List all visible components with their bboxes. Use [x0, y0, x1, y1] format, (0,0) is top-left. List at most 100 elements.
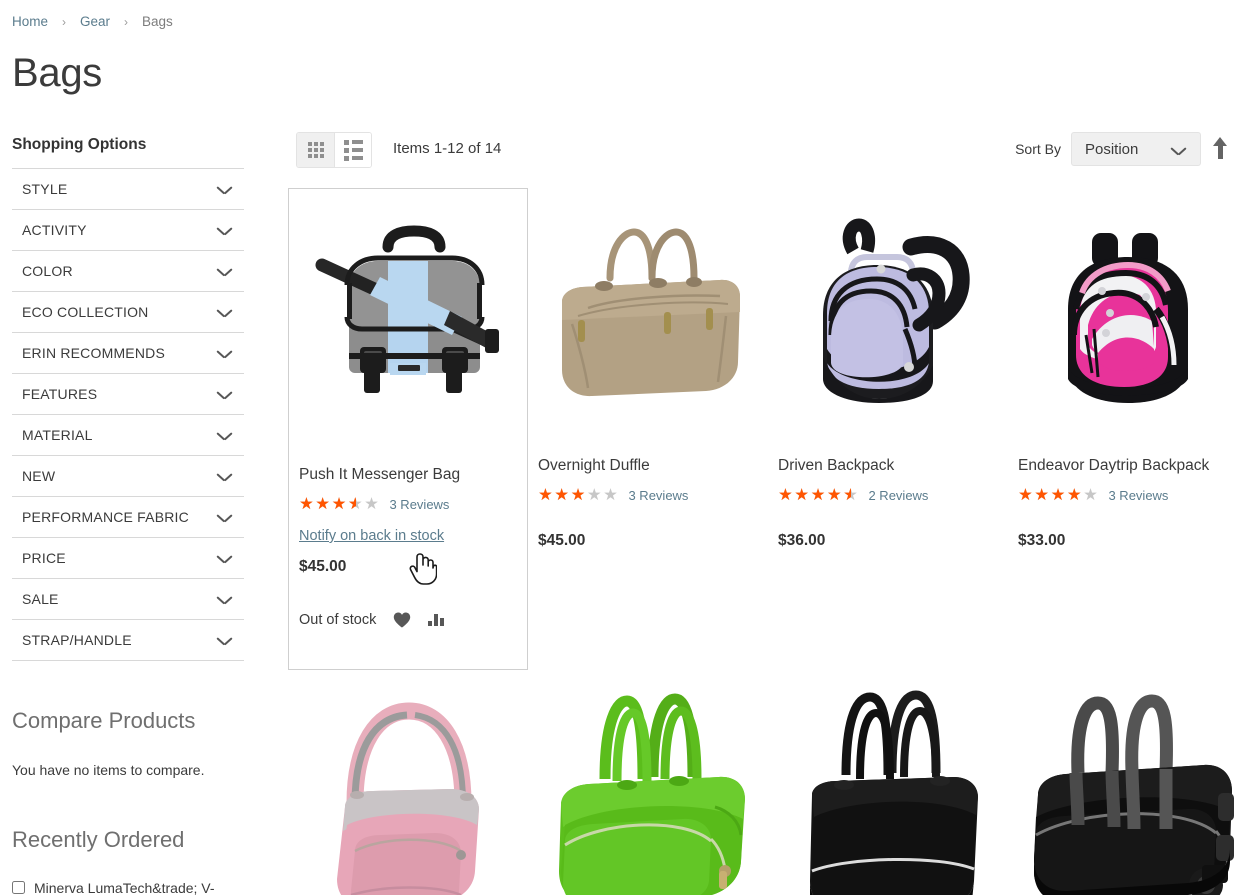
chevron-down-icon	[217, 226, 232, 235]
chevron-down-icon	[217, 554, 232, 563]
notify-back-in-stock-link[interactable]: Notify on back in stock	[299, 528, 444, 544]
filter-label: ERIN RECOMMENDS	[22, 345, 166, 361]
chevron-down-icon	[217, 595, 232, 604]
star-rating-icon[interactable]: ★★★★★ ★★★★★	[1018, 487, 1099, 504]
filter-label: PRICE	[22, 550, 66, 566]
star-rating-icon[interactable]: ★★★★★ ★★★★★	[778, 487, 859, 504]
product-card[interactable]	[528, 670, 768, 895]
stock-status: Out of stock	[299, 612, 377, 628]
sidebar-filter-price[interactable]: PRICE	[12, 538, 244, 579]
sidebar-filter-new[interactable]: NEW	[12, 456, 244, 497]
product-price: $45.00	[538, 532, 586, 549]
product-grid: Push It Messenger Bag ★★★★★ ★★★★★ 3 Revi…	[288, 188, 1248, 895]
product-image-overnight-duffle[interactable]	[528, 188, 768, 456]
product-listing-page: Home › Gear › Bags Bags Shopping Options…	[0, 0, 1258, 895]
product-image-black-tote[interactable]	[768, 670, 1008, 895]
product-image-messenger-bag[interactable]	[289, 189, 527, 465]
product-info: Overnight Duffle ★★★★★ ★★★★★ 3 Reviews $…	[528, 456, 768, 550]
product-image-driven-backpack[interactable]	[768, 188, 1008, 456]
filter-label: STYLE	[22, 181, 68, 197]
shopping-options-heading: Shopping Options	[12, 136, 147, 153]
product-card[interactable]: Push It Messenger Bag ★★★★★ ★★★★★ 3 Revi…	[288, 188, 528, 670]
product-card[interactable]: Overnight Duffle ★★★★★ ★★★★★ 3 Reviews $…	[528, 188, 768, 670]
sidebar-filter-performance-fabric[interactable]: PERFORMANCE FABRIC	[12, 497, 244, 538]
breadcrumb-home[interactable]: Home	[12, 14, 48, 29]
sort-controls: Sort By Position	[1015, 132, 1231, 166]
recently-ordered-checkbox[interactable]	[12, 881, 25, 894]
product-info: Driven Backpack ★★★★★ ★★★★★ 2 Reviews $3…	[768, 456, 1008, 550]
sidebar-filter-activity[interactable]: ACTIVITY	[12, 210, 244, 251]
sort-by-select[interactable]: Position	[1071, 132, 1201, 166]
product-name[interactable]: Driven Backpack	[778, 456, 998, 476]
chevron-down-icon	[217, 636, 232, 645]
breadcrumb: Home › Gear › Bags	[12, 14, 173, 29]
compare-products-block: Compare Products You have no items to co…	[12, 707, 244, 780]
sidebar-filter-material[interactable]: MATERIAL	[12, 415, 244, 456]
product-card[interactable]	[288, 670, 528, 895]
filter-label: MATERIAL	[22, 427, 93, 443]
star-rating-icon[interactable]: ★★★★★ ★★★★★	[299, 496, 380, 513]
product-reviews-link[interactable]: 3 Reviews	[628, 488, 688, 503]
product-rating: ★★★★★ ★★★★★ 3 Reviews	[299, 496, 517, 513]
sort-direction-button[interactable]	[1211, 137, 1231, 161]
product-image-pink-hobo-bag[interactable]	[288, 670, 528, 895]
recently-ordered-title: Recently Ordered	[12, 827, 185, 852]
filter-label: NEW	[22, 468, 56, 484]
recently-ordered-label: Minerva LumaTech&trade; V-	[34, 880, 215, 895]
items-count: Items 1-12 of 14	[393, 140, 502, 157]
product-reviews-link[interactable]: 3 Reviews	[389, 497, 449, 512]
star-rating-icon[interactable]: ★★★★★ ★★★★★	[538, 487, 619, 504]
grid-view-icon	[307, 142, 324, 158]
grid-view-button[interactable]	[297, 133, 334, 167]
chevron-down-icon	[1171, 146, 1186, 155]
chevron-down-icon	[217, 267, 232, 276]
breadcrumb-gear[interactable]: Gear	[80, 14, 110, 29]
chevron-down-icon	[217, 185, 232, 194]
sort-by-label: Sort By	[1015, 141, 1061, 157]
compare-products-title: Compare Products	[12, 708, 196, 733]
product-reviews-link[interactable]: 2 Reviews	[868, 488, 928, 503]
sidebar-filter-style[interactable]: STYLE	[12, 169, 244, 210]
filter-label: COLOR	[22, 263, 73, 279]
list-view-button[interactable]	[334, 133, 371, 167]
product-card[interactable]	[768, 670, 1008, 895]
recently-ordered-block: Recently Ordered Minerva LumaTech&trade;…	[12, 826, 244, 895]
breadcrumb-separator: ›	[62, 14, 67, 29]
product-card[interactable]	[1008, 670, 1248, 895]
filter-label: SALE	[22, 591, 59, 607]
chevron-down-icon	[217, 390, 232, 399]
chevron-down-icon	[217, 349, 232, 358]
compare-products-empty-text: You have no items to compare.	[12, 762, 205, 778]
recently-ordered-item[interactable]: Minerva LumaTech&trade; V-	[12, 878, 244, 895]
sidebar-filter-eco-collection[interactable]: ECO COLLECTION	[12, 292, 244, 333]
compare-chart-icon[interactable]	[428, 614, 444, 626]
sidebar-filter-strap-handle[interactable]: STRAP/HANDLE	[12, 620, 244, 661]
list-view-icon	[343, 139, 363, 161]
sidebar-filter-color[interactable]: COLOR	[12, 251, 244, 292]
breadcrumb-separator: ›	[124, 14, 129, 29]
mouse-cursor-hand	[409, 552, 437, 586]
filter-list: STYLE ACTIVITY COLOR ECO COLLECTION ERIN…	[12, 168, 244, 661]
wishlist-heart-icon[interactable]	[393, 612, 411, 628]
chevron-down-icon	[217, 431, 232, 440]
filter-label: ACTIVITY	[22, 222, 87, 238]
product-image-black-rolling-duffle[interactable]	[1008, 670, 1248, 895]
product-image-endeavor-backpack[interactable]	[1008, 188, 1248, 456]
product-name[interactable]: Push It Messenger Bag	[299, 465, 517, 485]
sidebar-filter-features[interactable]: FEATURES	[12, 374, 244, 415]
chevron-down-icon	[217, 472, 232, 481]
product-card[interactable]: Endeavor Daytrip Backpack ★★★★★ ★★★★★ 3 …	[1008, 188, 1248, 670]
product-name[interactable]: Overnight Duffle	[538, 456, 758, 476]
product-info: Endeavor Daytrip Backpack ★★★★★ ★★★★★ 3 …	[1008, 456, 1248, 550]
product-card[interactable]: Driven Backpack ★★★★★ ★★★★★ 2 Reviews $3…	[768, 188, 1008, 670]
product-name[interactable]: Endeavor Daytrip Backpack	[1018, 456, 1238, 476]
product-image-green-duffle[interactable]	[528, 670, 768, 895]
sidebar-filter-sale[interactable]: SALE	[12, 579, 244, 620]
sidebar-filter-erin-recommends[interactable]: ERIN RECOMMENDS	[12, 333, 244, 374]
product-price: $45.00	[299, 558, 347, 575]
product-rating: ★★★★★ ★★★★★ 3 Reviews	[1018, 487, 1238, 504]
product-reviews-link[interactable]: 3 Reviews	[1108, 488, 1168, 503]
product-actions: Out of stock	[299, 612, 517, 628]
filter-label: PERFORMANCE FABRIC	[22, 509, 189, 525]
page-title: Bags	[12, 51, 102, 95]
